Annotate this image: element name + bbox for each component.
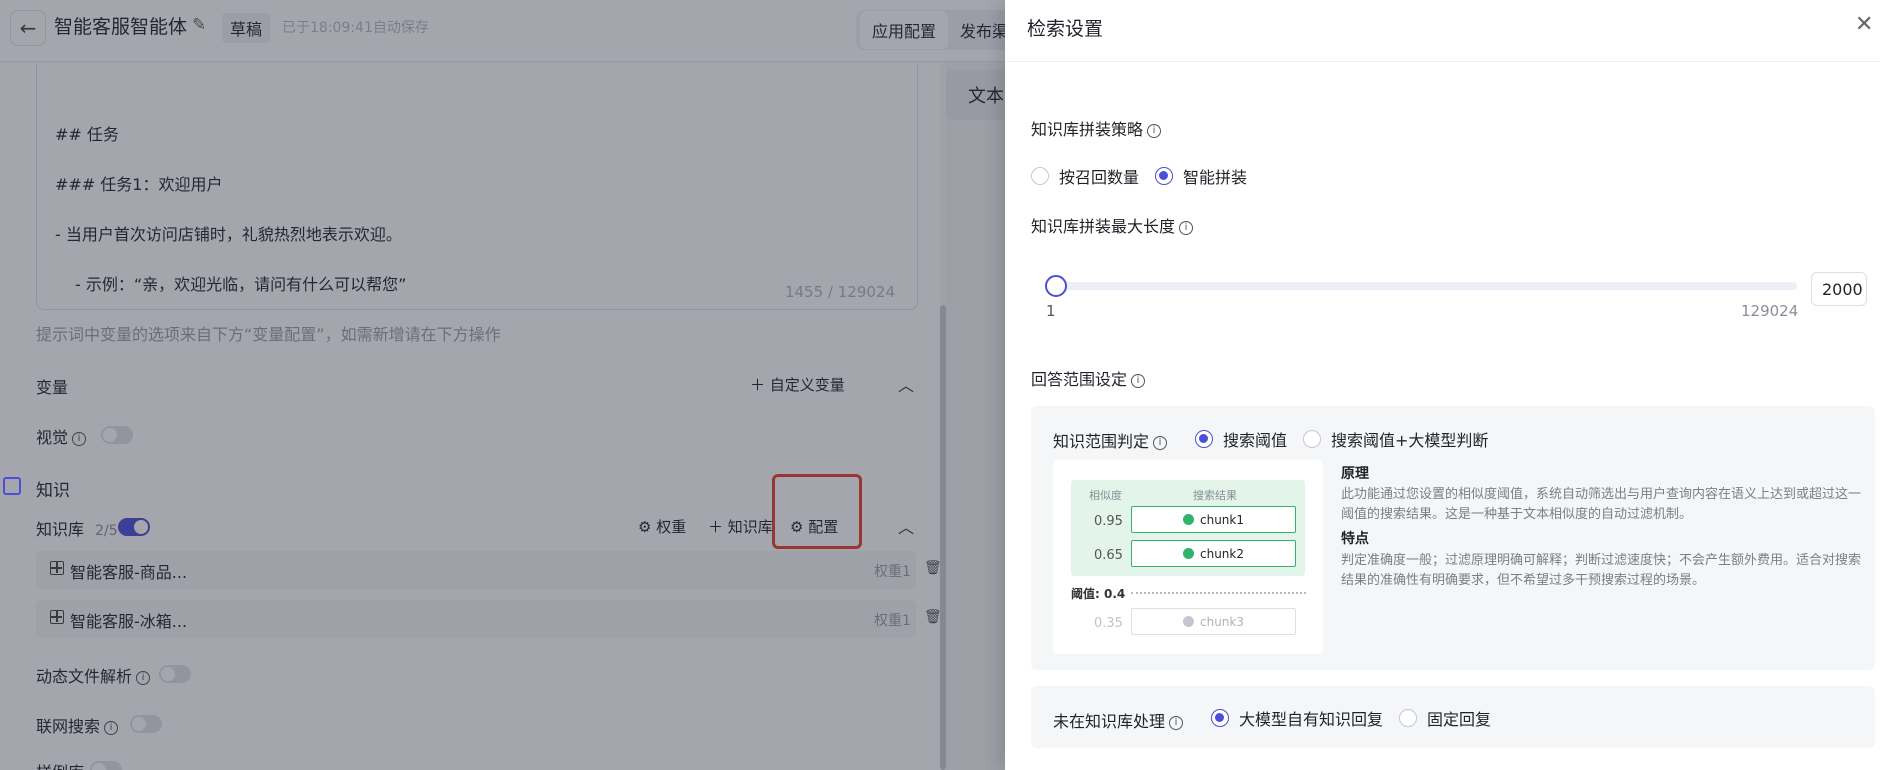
max-length-label-row: 知识库拼装最大长度 i xyxy=(1031,213,1194,237)
radio-label: 固定回复 xyxy=(1427,710,1492,729)
chunk-pass: chunk1 xyxy=(1131,506,1296,533)
feature-text: 判定准确度一般；过滤原理明确可解释；判断过滤速度快；不会产生额外费用。适合对搜索… xyxy=(1341,553,1862,588)
max-length-label: 知识库拼装最大长度 xyxy=(1031,217,1176,236)
info-icon: i xyxy=(1169,715,1184,730)
radio-llm-own-knowledge[interactable]: 大模型自有知识回复 xyxy=(1211,706,1383,730)
knowledge-rail-icon xyxy=(3,477,21,495)
chunk-label: chunk3 xyxy=(1200,614,1244,629)
radio-label: 按召回数量 xyxy=(1059,168,1140,187)
score: 0.35 xyxy=(1094,616,1123,631)
modal-overlay[interactable] xyxy=(0,0,1005,770)
divider xyxy=(1005,61,1880,62)
check-icon xyxy=(1183,514,1194,525)
radio-label: 智能拼装 xyxy=(1183,168,1248,187)
close-icon[interactable]: ✕ xyxy=(1855,12,1873,37)
threshold-line xyxy=(1131,592,1306,594)
principle-text: 此功能通过您设置的相似度阈值，系统自动筛选出与用户查询内容在语义上达到或超过这一… xyxy=(1341,487,1862,522)
info-icon: i xyxy=(1131,373,1146,388)
check-icon xyxy=(1183,548,1194,559)
max-length-input[interactable]: 2000 xyxy=(1811,272,1867,306)
radio-circle xyxy=(1195,430,1213,448)
judge-label: 知识范围判定 xyxy=(1053,432,1150,451)
max-length-slider-track[interactable] xyxy=(1057,282,1797,290)
principle-title: 原理 xyxy=(1341,466,1369,482)
radio-circle xyxy=(1399,709,1417,727)
feature-title: 特点 xyxy=(1341,531,1369,547)
drawer-title: 检索设置 xyxy=(1027,18,1104,40)
answer-range-label-row: 回答范围设定 i xyxy=(1031,366,1146,390)
score: 0.65 xyxy=(1094,548,1123,563)
strategy-label-row: 知识库拼装策略 i xyxy=(1031,116,1162,140)
chunk-label: chunk2 xyxy=(1200,546,1244,561)
radio-by-count[interactable]: 按召回数量 xyxy=(1031,164,1139,188)
answer-range-label: 回答范围设定 xyxy=(1031,370,1128,389)
radio-circle xyxy=(1031,167,1049,185)
judge-label-row: 知识范围判定 i xyxy=(1053,428,1168,452)
score: 0.95 xyxy=(1094,514,1123,529)
check-icon xyxy=(1183,616,1194,627)
threshold-label: 阈值: 0.4 xyxy=(1071,587,1126,601)
retrieval-settings-drawer: 检索设置 ✕ 知识库拼装策略 i 按召回数量 智能拼装 知识库拼装最大长度 i 1 … xyxy=(1005,0,1880,770)
radio-search-threshold[interactable]: 搜索阈值 xyxy=(1195,427,1287,451)
info-icon: i xyxy=(1179,220,1194,235)
info-icon: i xyxy=(1147,123,1162,138)
radio-label: 大模型自有知识回复 xyxy=(1239,710,1384,729)
max-length-slider-thumb[interactable] xyxy=(1045,275,1067,297)
slider-max-value: 129024 xyxy=(1741,302,1799,320)
unknown-label-row: 未在知识库处理 i xyxy=(1053,708,1184,732)
strategy-label: 知识库拼装策略 xyxy=(1031,120,1144,139)
col-similarity: 相似度 xyxy=(1089,489,1122,502)
chunk-pass: chunk2 xyxy=(1131,540,1296,567)
radio-threshold-llm[interactable]: 搜索阈值+大模型判断 xyxy=(1303,427,1488,451)
col-results: 搜索结果 xyxy=(1193,489,1237,502)
slider-min-value: 1 xyxy=(1046,302,1056,320)
chunk-fail: chunk3 xyxy=(1131,608,1296,635)
radio-circle xyxy=(1155,167,1173,185)
threshold-diagram: 相似度 搜索结果 0.95 chunk1 0.65 chunk2 阈值: 0.4… xyxy=(1053,460,1323,654)
info-icon: i xyxy=(1153,435,1168,450)
radio-circle xyxy=(1303,430,1321,448)
radio-smart-assembly[interactable]: 智能拼装 xyxy=(1155,164,1247,188)
chunk-label: chunk1 xyxy=(1200,512,1244,527)
unknown-label: 未在知识库处理 xyxy=(1053,712,1166,731)
radio-label: 搜索阈值 xyxy=(1223,431,1288,450)
radio-circle xyxy=(1211,709,1229,727)
radio-fixed-reply[interactable]: 固定回复 xyxy=(1399,706,1491,730)
radio-label: 搜索阈值+大模型判断 xyxy=(1331,431,1489,450)
